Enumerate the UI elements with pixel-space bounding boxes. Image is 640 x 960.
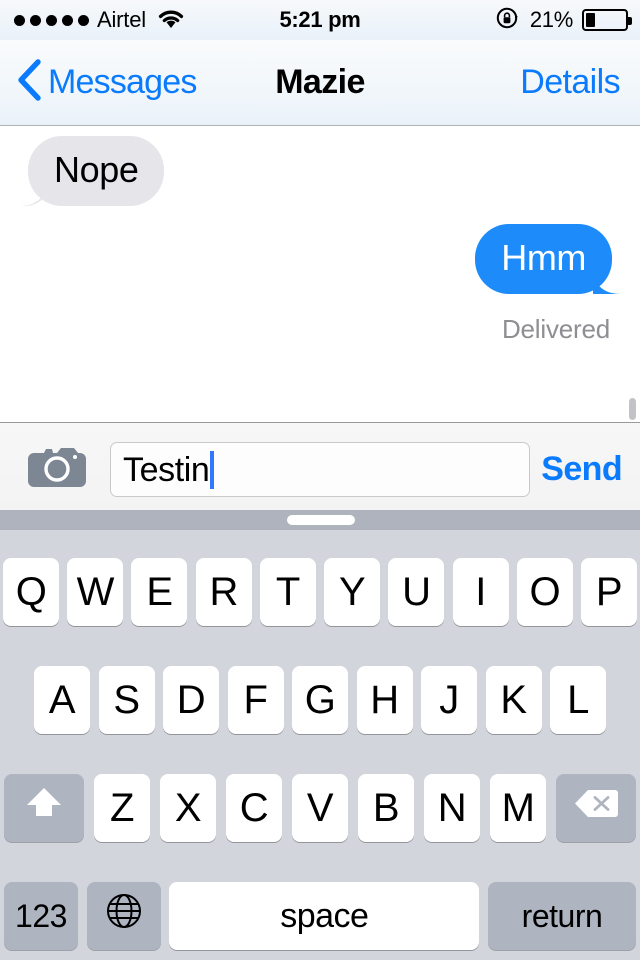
- keyboard-row-4: 123 space return: [0, 882, 640, 950]
- key-r[interactable]: R: [195, 558, 252, 626]
- battery-fill: [586, 13, 595, 27]
- camera-button[interactable]: [26, 441, 88, 493]
- key-c[interactable]: C: [226, 774, 282, 842]
- message-text-field[interactable]: Testin: [110, 442, 530, 497]
- navigation-bar: Messages Mazie Details: [0, 40, 640, 126]
- shift-key[interactable]: [4, 774, 84, 842]
- keyboard-drag-handle[interactable]: [287, 515, 355, 525]
- key-t[interactable]: T: [259, 558, 316, 626]
- key-d[interactable]: D: [163, 666, 219, 734]
- message-row-incoming: Nope: [28, 136, 165, 206]
- key-p[interactable]: P: [580, 558, 637, 626]
- status-bar-right: 21%: [495, 0, 632, 40]
- key-j[interactable]: J: [421, 666, 477, 734]
- key-w[interactable]: W: [67, 558, 124, 626]
- key-g[interactable]: G: [292, 666, 348, 734]
- globe-language-key[interactable]: [86, 882, 161, 950]
- keyboard-row-2: A S D F G H J K L: [0, 666, 640, 734]
- message-bubble-incoming[interactable]: Nope: [28, 136, 165, 206]
- key-v[interactable]: V: [292, 774, 348, 842]
- numeric-key[interactable]: 123: [4, 882, 78, 950]
- on-screen-keyboard: Q W E R T Y U I O P A S D F G H J K L Z …: [0, 530, 640, 960]
- key-i[interactable]: I: [452, 558, 509, 626]
- key-o[interactable]: O: [516, 558, 573, 626]
- key-b[interactable]: B: [358, 774, 414, 842]
- shift-arrow-icon: [23, 783, 65, 833]
- battery-percent-label: 21%: [529, 7, 573, 32]
- space-key[interactable]: space: [169, 882, 480, 950]
- key-s[interactable]: S: [98, 666, 155, 734]
- camera-icon: [26, 448, 88, 497]
- key-n[interactable]: N: [424, 774, 480, 842]
- backspace-key[interactable]: [556, 774, 636, 842]
- key-f[interactable]: F: [227, 666, 284, 734]
- delivery-status-label: Delivered: [501, 314, 610, 344]
- text-caret: [210, 450, 215, 489]
- key-k[interactable]: K: [485, 666, 542, 734]
- battery-icon: [582, 9, 632, 31]
- key-h[interactable]: H: [356, 666, 413, 734]
- message-text-value: Testin: [123, 450, 210, 489]
- scrollbar-thumb[interactable]: [629, 398, 636, 420]
- key-x[interactable]: X: [160, 774, 216, 842]
- message-bubble-outgoing[interactable]: Hmm: [475, 224, 612, 294]
- key-z[interactable]: Z: [94, 774, 150, 842]
- message-thread[interactable]: Nope Hmm Delivered: [0, 126, 640, 422]
- messages-app-screen: Airtel 5:21 pm 21% Messages Mazie Detail…: [0, 0, 640, 960]
- key-m[interactable]: M: [490, 774, 546, 842]
- key-l[interactable]: L: [550, 666, 606, 734]
- return-key[interactable]: return: [487, 882, 636, 950]
- key-e[interactable]: E: [131, 558, 188, 626]
- key-a[interactable]: A: [34, 666, 90, 734]
- details-button[interactable]: Details: [520, 40, 620, 125]
- backspace-delete-icon: [573, 786, 619, 831]
- send-button[interactable]: Send: [541, 442, 622, 497]
- message-input-bar: Testin Send: [0, 422, 640, 510]
- globe-language-icon: [103, 890, 145, 942]
- battery-nub: [628, 17, 632, 25]
- key-y[interactable]: Y: [324, 558, 381, 626]
- keyboard-row-3: Z X C V B N M: [0, 774, 640, 842]
- status-bar: Airtel 5:21 pm 21%: [0, 0, 640, 40]
- keyboard-row-1: Q W E R T Y U I O P: [0, 558, 640, 626]
- message-row-outgoing: Hmm: [475, 224, 612, 294]
- rotation-lock-icon: [495, 5, 521, 36]
- key-u[interactable]: U: [388, 558, 445, 626]
- key-q[interactable]: Q: [3, 558, 59, 626]
